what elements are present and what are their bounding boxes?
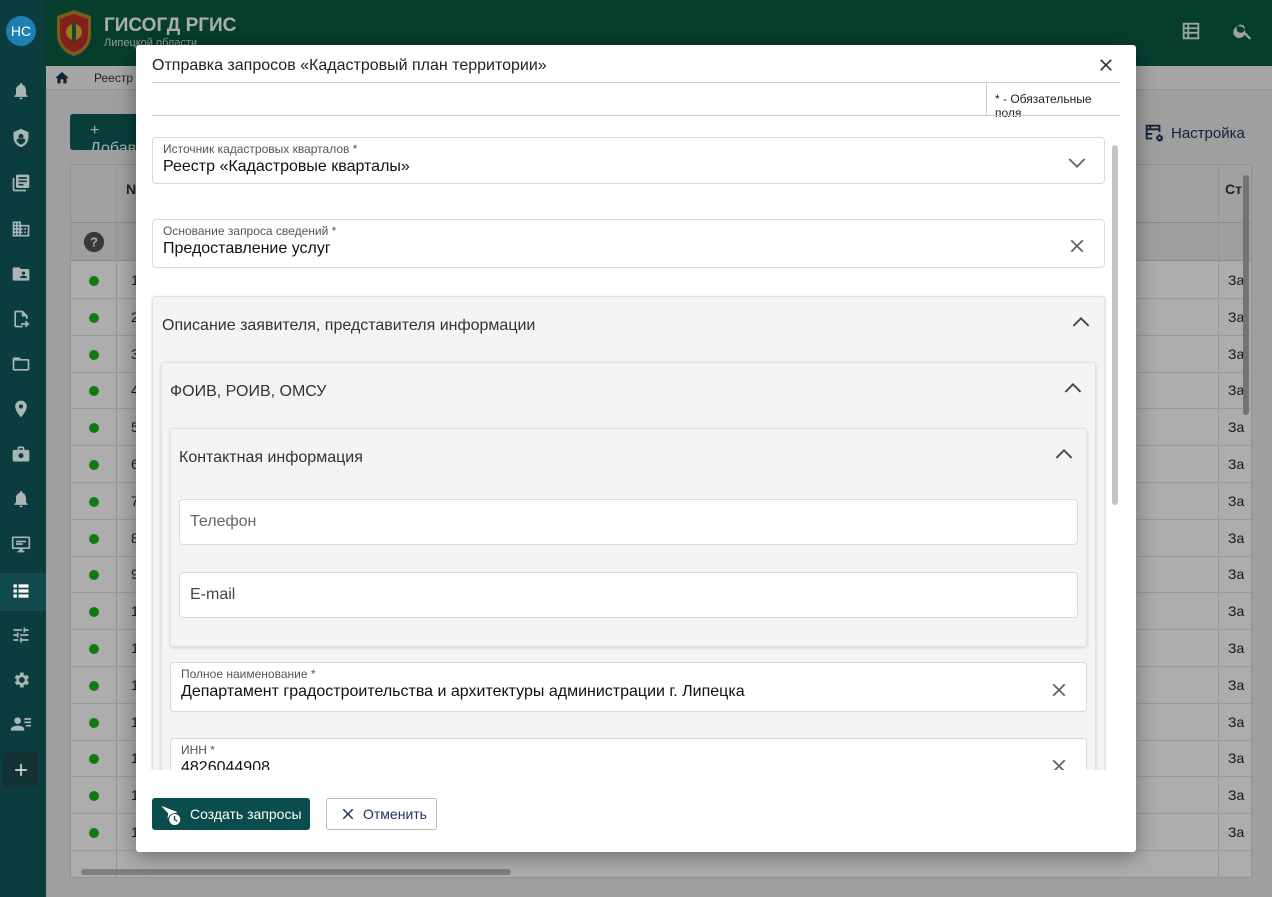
org-section: ФОИВ, РОИВ, ОМСУ Контактная информация Т… <box>161 362 1096 770</box>
contact-folder-icon[interactable] <box>10 263 32 285</box>
inn-label: ИНН * <box>181 743 215 757</box>
create-requests-button[interactable]: Создать запросы <box>152 798 310 830</box>
dialog-body: Источник кадастровых кварталов * Реестр … <box>136 116 1136 770</box>
full-name-field[interactable]: Полное наименование * Департамент градос… <box>170 662 1087 712</box>
basis-value: Предоставление услуг <box>163 240 331 257</box>
contact-section-title[interactable]: Контактная информация <box>179 449 363 467</box>
required-fields-note: * - Обязательные поля <box>986 83 1120 120</box>
folder-open-icon[interactable] <box>10 353 32 375</box>
source-label: Источник кадастровых кварталов * <box>163 142 358 156</box>
applicant-section: Описание заявителя, представителя информ… <box>152 296 1105 770</box>
dialog-scrollbar[interactable] <box>1112 145 1118 505</box>
settings-icon[interactable] <box>10 669 32 691</box>
tune-icon[interactable] <box>10 624 32 646</box>
monitor-icon[interactable] <box>10 533 32 555</box>
chevron-up-icon[interactable] <box>1053 443 1075 465</box>
bell-icon[interactable] <box>10 488 32 510</box>
user-list-icon[interactable] <box>10 713 32 735</box>
briefcase-icon[interactable] <box>10 443 32 465</box>
plus-icon <box>14 763 27 776</box>
shield-user-icon[interactable] <box>10 127 32 149</box>
applicant-section-title[interactable]: Описание заявителя, представителя информ… <box>162 317 535 335</box>
chevron-up-icon[interactable] <box>1062 377 1084 399</box>
inn-field[interactable]: ИНН * 4826044908 <box>170 738 1087 770</box>
cancel-label: Отменить <box>363 806 427 822</box>
phone-field[interactable]: Телефон <box>179 499 1078 545</box>
clear-icon[interactable] <box>1048 755 1070 770</box>
inn-value: 4826044908 <box>181 759 270 770</box>
notifications-icon[interactable] <box>10 80 32 102</box>
cancel-button[interactable]: Отменить <box>326 798 437 830</box>
email-field[interactable]: E-mail <box>179 572 1078 618</box>
chevron-down-icon[interactable] <box>1066 152 1088 174</box>
basis-label: Основание запроса сведений * <box>163 224 337 238</box>
clear-icon[interactable] <box>1048 679 1070 701</box>
chevron-up-icon[interactable] <box>1070 311 1092 333</box>
close-icon <box>342 808 354 820</box>
document-export-icon[interactable] <box>10 308 32 330</box>
user-initials: НС <box>10 23 32 39</box>
user-avatar[interactable]: НС <box>6 16 36 46</box>
cadastral-source-select[interactable]: Источник кадастровых кварталов * Реестр … <box>152 137 1105 184</box>
create-requests-label: Создать запросы <box>190 806 302 822</box>
full-name-value: Департамент градостроительства и архитек… <box>181 683 745 700</box>
close-button[interactable] <box>1096 55 1120 79</box>
send-requests-dialog: Отправка запросов «Кадастровый план терр… <box>136 45 1136 852</box>
full-name-label: Полное наименование * <box>181 667 316 681</box>
contact-section: Контактная информация Телефон E-mail <box>170 428 1087 647</box>
close-icon <box>1100 59 1112 71</box>
org-section-title[interactable]: ФОИВ, РОИВ, ОМСУ <box>170 383 326 401</box>
dialog-footer: Создать запросы Отменить <box>136 770 1136 852</box>
left-sidebar: НС <box>0 0 46 897</box>
email-placeholder: E-mail <box>190 586 236 603</box>
buildings-icon[interactable] <box>10 218 32 240</box>
dialog-title: Отправка запросов «Кадастровый план терр… <box>152 57 547 74</box>
send-clock-icon <box>161 805 181 825</box>
source-value: Реестр «Кадастровые кварталы» <box>163 158 410 175</box>
documents-icon[interactable] <box>10 172 32 194</box>
clear-icon[interactable] <box>1066 235 1088 257</box>
registry-list-icon[interactable] <box>10 580 32 602</box>
map-pin-icon[interactable] <box>10 398 32 420</box>
phone-placeholder: Телефон <box>190 513 257 530</box>
request-basis-field[interactable]: Основание запроса сведений * Предоставле… <box>152 219 1105 268</box>
add-module-button[interactable] <box>3 752 38 787</box>
